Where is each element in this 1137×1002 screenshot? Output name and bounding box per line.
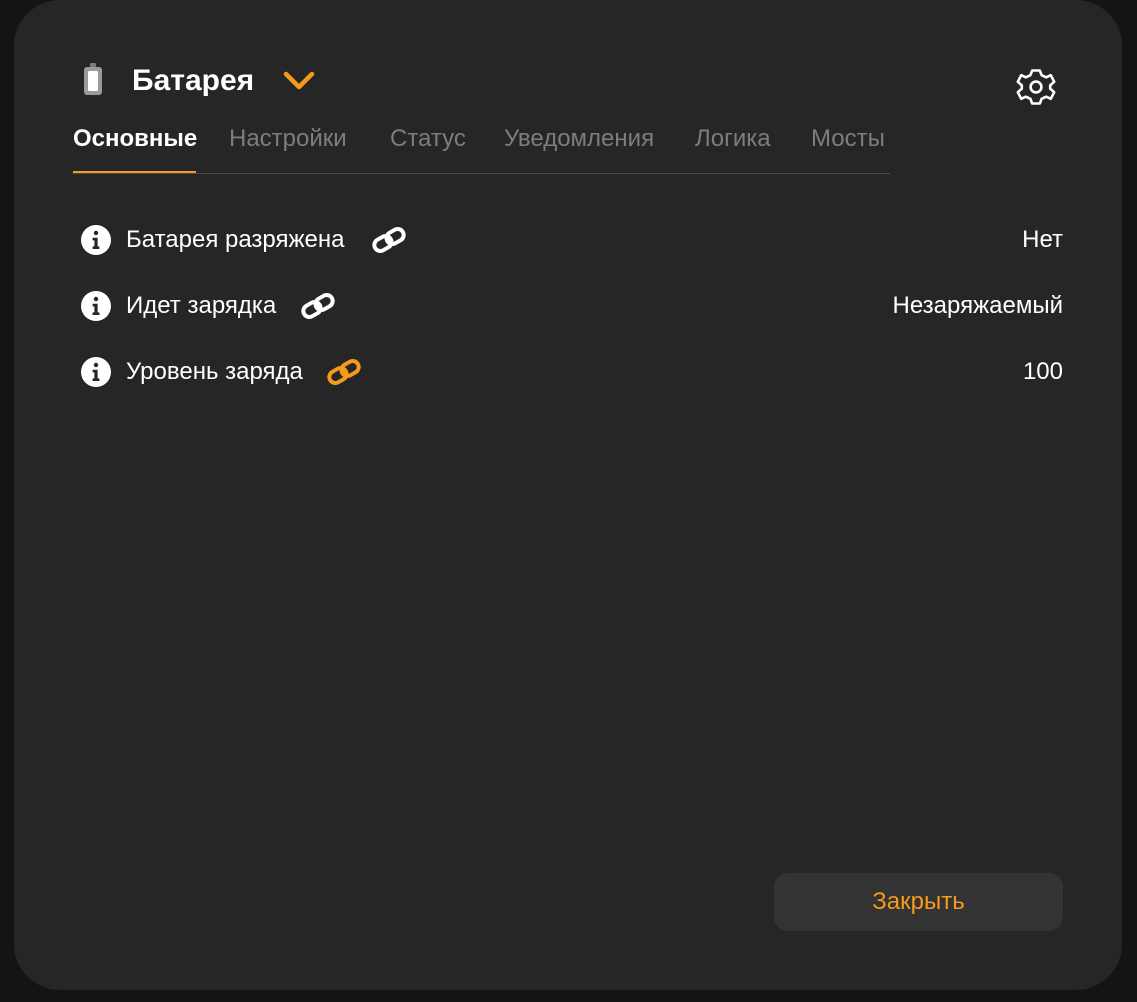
info-icon[interactable] — [80, 356, 112, 388]
info-icon[interactable] — [80, 290, 112, 322]
property-label: Батарея разряжена — [126, 226, 345, 253]
tab-notifications[interactable]: Уведомления — [504, 124, 662, 173]
info-icon[interactable] — [80, 224, 112, 256]
link-icon[interactable] — [300, 290, 336, 322]
dialog-header: Батарея — [14, 0, 1122, 120]
tab-settings[interactable]: Настройки — [229, 124, 357, 173]
tab-status[interactable]: Статус — [390, 124, 472, 173]
tab-logic[interactable]: Логика — [695, 124, 779, 173]
property-row-charging: Идет зарядка Незаряжаемый — [80, 284, 1063, 328]
property-value: Незаряжаемый — [892, 292, 1063, 319]
property-label: Уровень заряда — [126, 358, 303, 385]
property-value: Нет — [1022, 226, 1063, 253]
property-row-battery-low: Батарея разряжена Нет — [80, 218, 1063, 262]
tab-main[interactable]: Основные — [73, 124, 197, 173]
device-dialog: Батарея Основные Настройки Статус Уведом… — [14, 0, 1122, 990]
property-value: 100 — [1022, 358, 1063, 385]
close-button[interactable]: Закрыть — [774, 873, 1063, 931]
property-label: Идет зарядка — [126, 292, 277, 319]
settings-button[interactable] — [1015, 66, 1057, 108]
device-title: Батарея — [132, 64, 255, 97]
link-icon[interactable] — [326, 356, 362, 388]
property-row-charge-level: Уровень заряда 100 — [80, 350, 1063, 394]
gear-icon — [1016, 69, 1056, 105]
chevron-down-icon[interactable] — [282, 66, 316, 96]
tab-bar: Основные Настройки Статус Уведомления Ло… — [73, 118, 890, 174]
tab-bridges[interactable]: Мосты — [811, 124, 890, 173]
battery-icon — [82, 62, 104, 96]
link-icon[interactable] — [371, 224, 407, 256]
